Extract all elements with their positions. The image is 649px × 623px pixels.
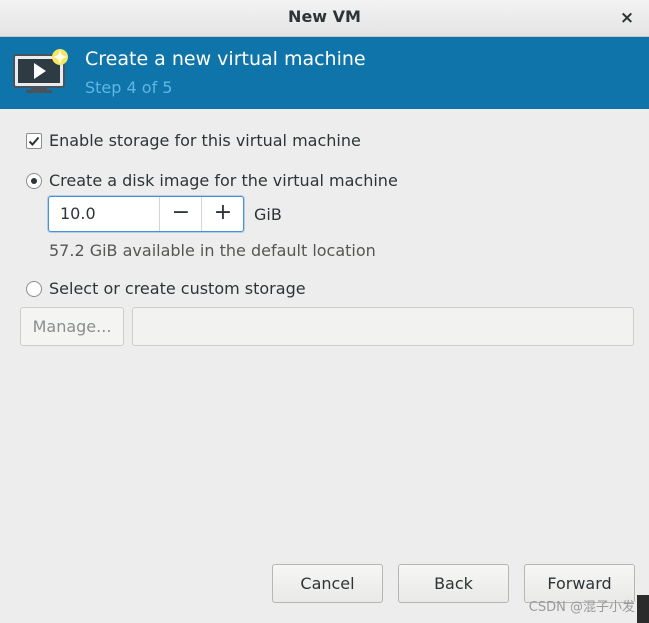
- window-title: New VM: [288, 7, 361, 26]
- vm-monitor-icon: [12, 48, 70, 100]
- radio-unselected-icon[interactable]: [26, 280, 42, 297]
- custom-storage-path-input[interactable]: [132, 307, 634, 346]
- radio-selected-icon[interactable]: [26, 172, 42, 189]
- watermark: CSDN @混子小发: [528, 600, 635, 615]
- enable-storage-checkbox[interactable]: Enable storage for this virtual machine: [26, 131, 361, 150]
- custom-storage-radio[interactable]: Select or create custom storage: [26, 279, 306, 298]
- custom-storage-label: Select or create custom storage: [49, 279, 306, 298]
- disk-image-radio[interactable]: Create a disk image for the virtual mach…: [26, 171, 398, 190]
- disk-size-input[interactable]: 10.0: [60, 197, 96, 231]
- title-bar: New VM ×: [0, 0, 649, 37]
- manage-button[interactable]: Manage...: [20, 307, 124, 346]
- available-space-text: 57.2 GiB available in the default locati…: [49, 241, 376, 260]
- decrement-button[interactable]: −: [159, 197, 202, 231]
- disk-size-spinbutton[interactable]: 10.0 − +: [48, 196, 244, 232]
- close-button[interactable]: ×: [615, 6, 639, 30]
- enable-storage-label: Enable storage for this virtual machine: [49, 131, 361, 150]
- disk-image-label: Create a disk image for the virtual mach…: [49, 171, 398, 190]
- close-icon: ×: [619, 8, 635, 28]
- plus-icon: +: [213, 200, 233, 225]
- minus-icon: −: [171, 200, 191, 225]
- background-edge: [637, 595, 649, 623]
- increment-button[interactable]: +: [201, 197, 244, 231]
- step-indicator: Step 4 of 5: [85, 78, 173, 97]
- header-title: Create a new virtual machine: [85, 48, 366, 70]
- wizard-header: Create a new virtual machine Step 4 of 5: [0, 37, 649, 109]
- back-button[interactable]: Back: [398, 564, 509, 603]
- cancel-button[interactable]: Cancel: [272, 564, 383, 603]
- checkbox-checked-icon[interactable]: [26, 132, 42, 149]
- size-unit-label: GiB: [254, 205, 282, 224]
